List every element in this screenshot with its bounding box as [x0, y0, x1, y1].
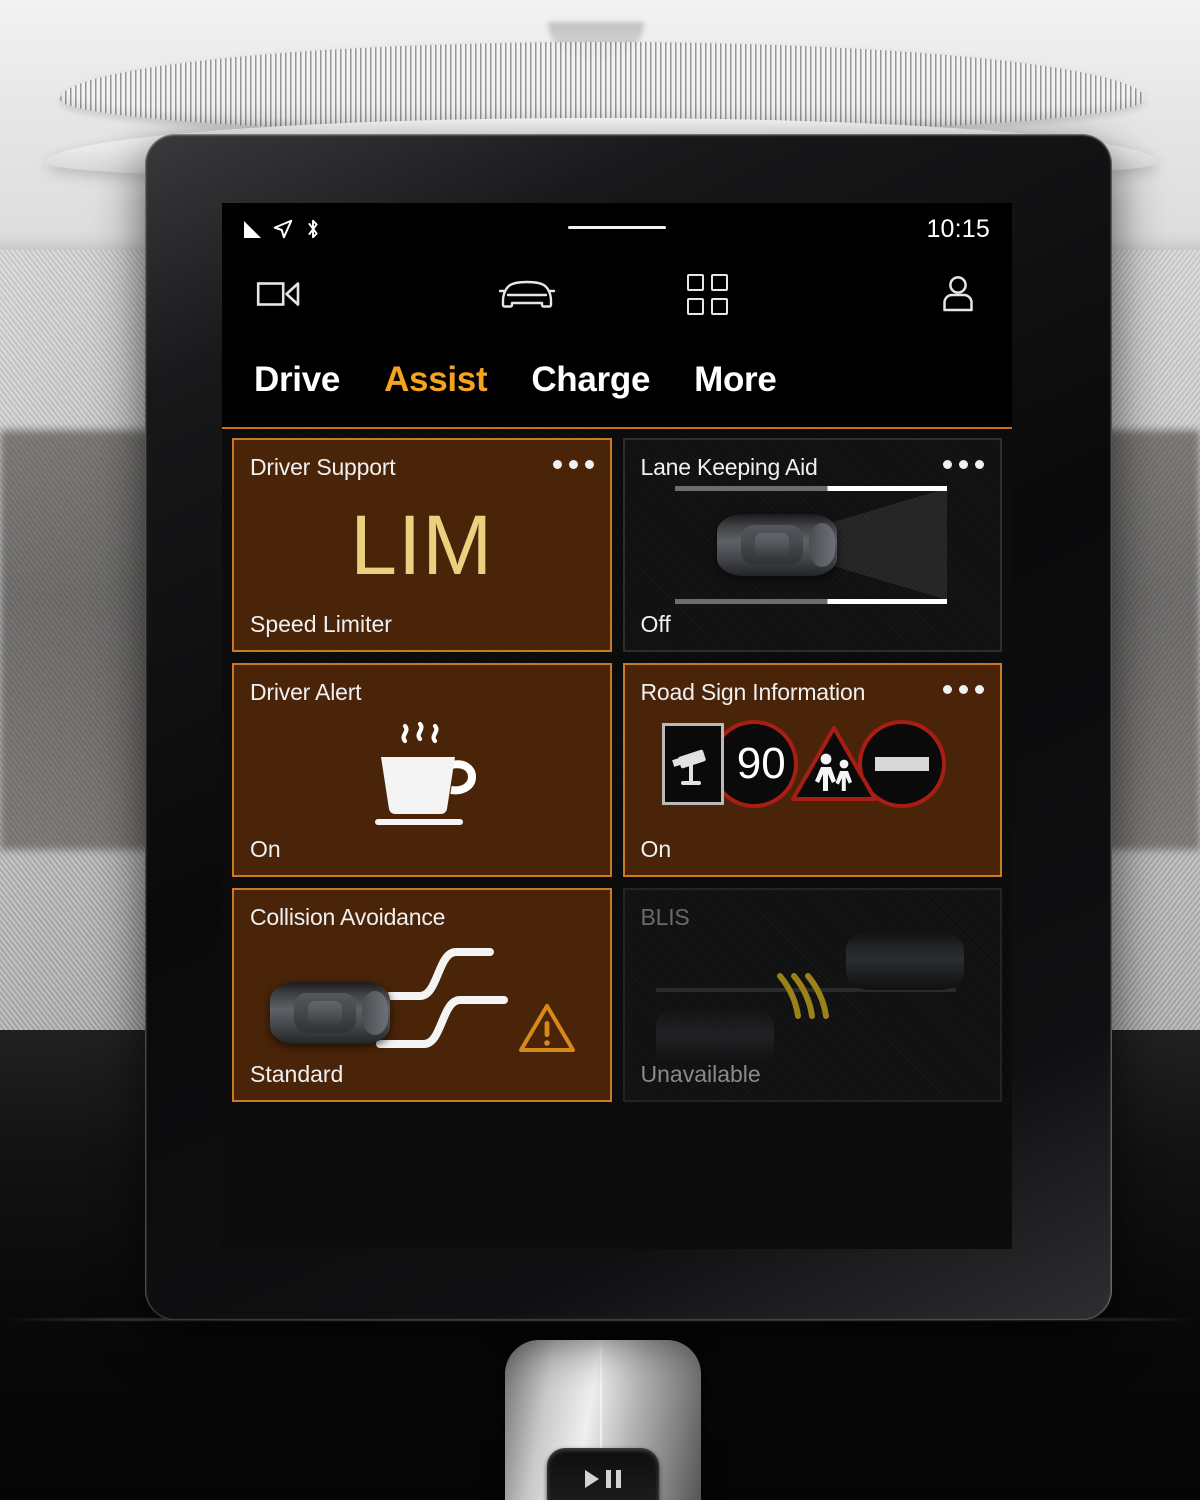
card-status: On — [250, 836, 281, 862]
vehicle-top-view — [717, 514, 838, 576]
card-status: On — [640, 836, 672, 862]
camera-icon[interactable] — [256, 278, 302, 310]
card-title: Driver Support — [250, 454, 396, 480]
navigation-arrow-icon — [273, 219, 293, 239]
tab-more[interactable]: More — [694, 360, 777, 400]
card-overflow-menu-icon[interactable] — [943, 460, 984, 469]
vehicle-top-view — [846, 932, 965, 990]
apps-grid-icon[interactable] — [686, 273, 728, 315]
pedestrian-warning-sign-icon — [790, 723, 878, 805]
signal-bars-icon — [244, 220, 261, 238]
gear-selector-seam — [600, 1348, 602, 1458]
card-status: Unavailable — [640, 1061, 761, 1087]
bluetooth-icon — [308, 219, 318, 239]
card-title: Driver Alert — [250, 679, 362, 705]
pull-down-handle[interactable] — [568, 226, 666, 229]
card-illustration — [625, 484, 1001, 606]
card-illustration — [625, 932, 1001, 1066]
speed-camera-sign-icon — [662, 723, 725, 805]
collision-avoidance-icon — [262, 924, 582, 1066]
card-lane-keeping-aid[interactable]: Lane Keeping Aid Off — [622, 438, 1002, 652]
card-blis[interactable]: BLIS Unavailable — [622, 888, 1002, 1102]
card-collision-avoidance[interactable]: Collision Avoidance Standard — [232, 888, 612, 1102]
clock: 10:15 — [926, 214, 990, 243]
card-title: Lane Keeping Aid — [640, 454, 818, 480]
card-title: Road Sign Information — [640, 679, 866, 705]
card-overflow-menu-icon[interactable] — [552, 460, 594, 469]
card-illustration: LIM — [234, 484, 610, 606]
assist-card-grid: Driver Support LIM Speed Limiter Lane Ke… — [222, 429, 1012, 1111]
speed-limit-value: 90 — [736, 739, 786, 788]
lane-keeping-icon — [657, 480, 967, 610]
card-status: Off — [640, 611, 671, 637]
blind-spot-waves-icon — [777, 973, 830, 1019]
section-tabs: Drive Assist Charge More — [222, 333, 1012, 429]
blind-spot-icon — [652, 924, 972, 1066]
card-illustration — [234, 934, 610, 1056]
warning-triangle-icon — [518, 1004, 575, 1052]
card-status: Standard — [250, 1061, 344, 1087]
profile-icon[interactable] — [938, 275, 978, 313]
vehicle-top-view — [269, 982, 390, 1044]
tab-charge[interactable]: Charge — [531, 360, 650, 400]
card-overflow-menu-icon[interactable] — [943, 685, 984, 694]
card-status: Speed Limiter — [250, 611, 392, 637]
adjacent-vehicle-top-view — [656, 1008, 775, 1066]
infotainment-screen[interactable]: 10:15 Drive Assist Charge More Driver Su… — [222, 203, 1012, 1249]
app-bar — [222, 255, 1012, 333]
tab-assist[interactable]: Assist — [384, 360, 488, 400]
car-front-icon[interactable] — [498, 277, 556, 311]
cabin-scene: 10:15 Drive Assist Charge More Driver Su… — [0, 0, 1200, 1500]
road-signs-icon: 90 — [662, 717, 962, 823]
tab-drive[interactable]: Drive — [254, 360, 340, 400]
status-bar: 10:15 — [222, 203, 1012, 255]
card-driver-support[interactable]: Driver Support LIM Speed Limiter — [232, 438, 612, 652]
card-illustration — [234, 709, 610, 831]
card-illustration: 90 — [625, 709, 1001, 831]
coffee-cup-icon — [347, 703, 497, 837]
card-road-sign-information[interactable]: Road Sign Information 90 On — [622, 663, 1002, 877]
card-driver-alert[interactable]: Driver Alert On — [232, 663, 612, 877]
play-pause-indicator-icon — [585, 1470, 621, 1488]
speed-limiter-abbreviation: LIM — [350, 498, 494, 592]
